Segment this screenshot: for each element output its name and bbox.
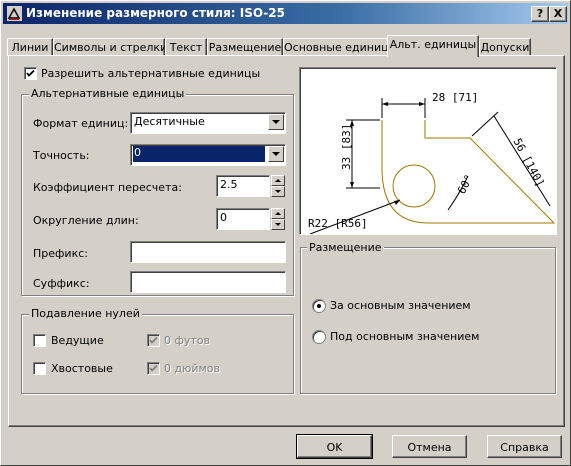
spin-up-icon[interactable] [271,175,285,186]
trailing-label: Хвостовые [51,362,113,375]
enable-alt-units-checkbox[interactable] [24,67,37,80]
checkmark-icon [26,69,35,77]
leading-label: Ведущие [51,334,104,347]
tab-primary-units[interactable]: Основные единицы [283,38,397,56]
scale-factor-value: 2.5 [220,178,238,191]
preview-dim-radius: R22 [R56] [308,217,368,230]
tab-tolerances[interactable]: Допуски [479,38,531,56]
precision-label: Точность: [33,149,90,162]
suffix-label: Суффикс: [33,277,90,290]
below-primary-label: Под основным значением [330,330,480,343]
after-primary-label: За основным значением [330,299,471,312]
tab-alternate-units[interactable]: Альт. единицы [387,35,479,57]
scale-factor-spinner[interactable] [271,175,285,197]
suffix-input[interactable] [130,271,286,293]
trailing-checkbox[interactable] [33,362,46,375]
round-off-label: Округление длин: [33,214,139,227]
zero-feet-label: 0 футов [164,334,211,347]
tab-fit[interactable]: Размещение [207,38,283,56]
tab-text[interactable]: Текст [165,38,207,56]
preview-panel: 28 [71] 33 [83] 56 [140] 60° R22 [R56] [299,67,557,235]
prefix-label: Префикс: [33,247,88,260]
spin-down-icon[interactable] [271,186,285,197]
unit-format-value: Десятичные [134,115,205,128]
scale-factor-label: Коэффициент пересчета: [33,181,182,194]
title-bar[interactable]: Изменение размерного стиля: ISO-25 ? X [3,3,568,24]
close-title-button[interactable]: X [549,6,567,22]
spin-down-icon[interactable] [271,219,285,230]
placement-group-label: Размещение [307,241,384,254]
after-primary-radio[interactable] [312,299,326,313]
chevron-down-icon[interactable] [268,146,284,162]
alt-units-group-label: Альтернативные единицы [29,87,187,100]
checkmark-icon [149,336,158,344]
scale-factor-input[interactable]: 2.5 [216,175,270,197]
round-off-input[interactable]: 0 [216,208,270,230]
precision-value: 0 [133,146,265,162]
app-icon [7,6,22,21]
precision-combo[interactable]: 0 [130,144,286,166]
tab-lines[interactable]: Линии [7,38,53,56]
below-primary-radio[interactable] [312,330,326,344]
help-title-button[interactable]: ? [531,6,549,22]
spin-up-icon[interactable] [271,208,285,219]
chevron-down-icon[interactable] [268,114,284,130]
window-title: Изменение размерного стиля: ISO-25 [26,6,285,20]
preview-dim-top: 28 [71] [432,91,479,104]
preview-dim-left: 33 [83] [340,123,353,170]
enable-alt-units-label: Разрешить альтернативные единицы [41,67,261,80]
checkmark-icon [149,364,158,372]
zero-inches-checkbox [147,362,160,375]
prefix-input[interactable] [130,241,286,263]
unit-format-label: Формат единиц: [33,117,129,130]
zero-inches-label: 0 дюймов [164,362,221,375]
tab-symbols-arrows[interactable]: Символы и стрелки [53,38,167,56]
round-off-value: 0 [220,211,227,224]
help-button[interactable]: Справка [487,435,562,458]
leading-checkbox[interactable] [33,334,46,347]
dialog-window: Изменение размерного стиля: ISO-25 ? X Л… [0,0,571,466]
placement-group [300,247,556,394]
zero-suppression-group [21,314,294,394]
cancel-button[interactable]: Отмена [392,435,467,458]
ok-button[interactable]: OK [296,434,373,459]
unit-format-combo[interactable]: Десятичные [130,112,286,134]
zero-suppression-group-label: Подавление нулей [29,307,142,320]
round-off-spinner[interactable] [271,208,285,230]
zero-feet-checkbox [147,334,160,347]
